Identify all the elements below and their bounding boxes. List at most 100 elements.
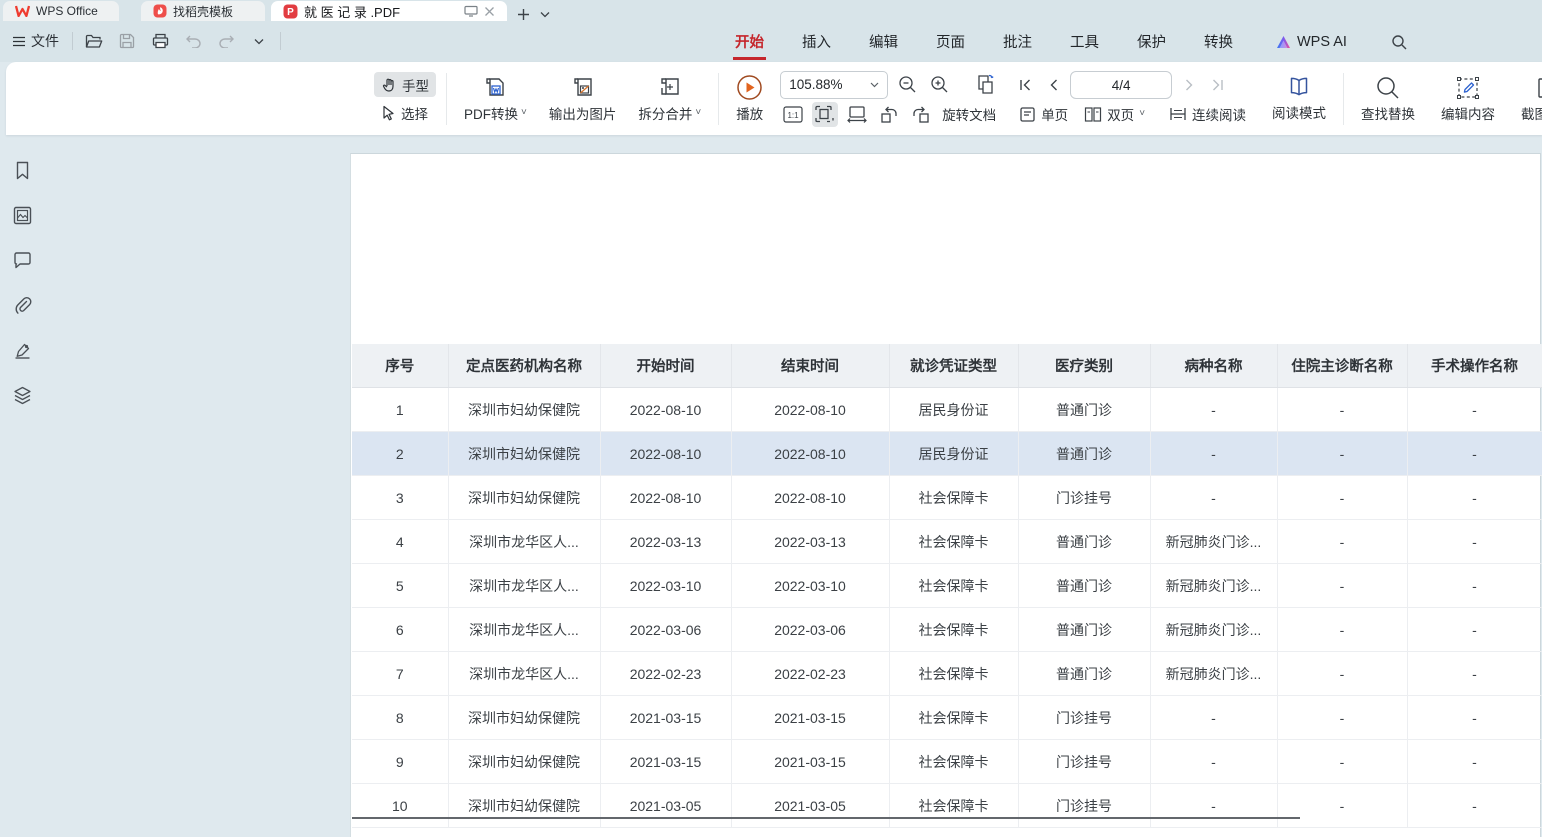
first-page-icon[interactable] — [1014, 72, 1036, 98]
pdf-convert-button[interactable]: PDF转换˅ — [457, 73, 534, 125]
redo-icon[interactable] — [214, 29, 238, 53]
attachment-icon[interactable] — [9, 292, 35, 318]
screenshot-compare-icon — [1535, 75, 1542, 101]
zoom-in-icon[interactable] — [926, 72, 952, 97]
table-row: 7深圳市龙华区人...2022-02-232022-02-23社会保障卡普通门诊… — [352, 652, 1542, 696]
fit-page-icon[interactable] — [812, 102, 838, 127]
fit-width-icon[interactable] — [844, 102, 870, 127]
continuous-read-button[interactable]: 连续阅读 — [1164, 102, 1251, 126]
tab-document[interactable]: P 就 医 记 录 .PDF — [271, 1, 507, 21]
hand-tool-button[interactable]: 手型 — [374, 72, 436, 97]
open-folder-icon[interactable] — [82, 29, 106, 53]
split-merge-button[interactable]: 拆分合并˅ — [631, 73, 708, 125]
table-row: 4深圳市龙华区人...2022-03-132022-03-13社会保障卡普通门诊… — [352, 520, 1542, 564]
menu-page[interactable]: 页面 — [934, 27, 967, 56]
wps-ai-button[interactable]: WPS AI — [1275, 34, 1347, 50]
bookmark-icon[interactable] — [9, 157, 35, 183]
table-cell: 普通门诊 — [1018, 520, 1150, 564]
wps-ai-icon — [1275, 35, 1292, 49]
chevron-down-icon: ˅ — [695, 108, 701, 118]
table-cell: 6 — [352, 608, 448, 652]
table-cell: - — [1407, 740, 1542, 784]
svg-text:P: P — [287, 7, 294, 18]
single-page-icon — [1019, 106, 1036, 123]
table-cell: 2022-08-10 — [600, 476, 731, 520]
comment-icon[interactable] — [9, 247, 35, 273]
rotate-doc-label[interactable]: 旋转文档 — [942, 104, 996, 124]
find-replace-button[interactable]: 查找替换 — [1354, 73, 1422, 125]
table-row: 9深圳市妇幼保健院2021-03-152021-03-15社会保障卡门诊挂号--… — [352, 740, 1542, 784]
next-page-icon[interactable] — [1178, 72, 1200, 98]
tab-list-chevron-icon[interactable] — [540, 11, 550, 18]
table-cell: 2021-03-05 — [600, 784, 731, 828]
file-menu-button[interactable]: 文件 — [8, 29, 63, 53]
zoom-out-icon[interactable] — [894, 72, 920, 97]
monitor-icon[interactable] — [464, 5, 478, 17]
medical-records-table: 序号定点医药机构名称开始时间结束时间就诊凭证类型医疗类别病种名称住院主诊断名称手… — [352, 344, 1542, 828]
last-page-icon[interactable] — [1206, 72, 1228, 98]
chevron-down-icon: ˅ — [521, 108, 527, 118]
new-tab-icon[interactable] — [517, 8, 530, 21]
left-sidebar — [0, 135, 44, 837]
print-icon[interactable] — [148, 29, 172, 53]
actual-size-icon[interactable]: 1:1 — [780, 102, 806, 127]
prev-page-icon[interactable] — [1042, 72, 1064, 98]
table-header-cell: 就诊凭证类型 — [889, 344, 1018, 388]
single-page-button[interactable]: 单页 — [1014, 102, 1073, 126]
rotate-left-icon[interactable] — [876, 102, 902, 127]
menu-row: 文件 — [0, 21, 1542, 62]
table-cell: 社会保障卡 — [889, 608, 1018, 652]
tab-wps-office[interactable]: WPS Office — [3, 1, 119, 21]
more-commands-chevron-icon[interactable] — [247, 29, 271, 53]
table-cell: - — [1150, 784, 1277, 828]
double-page-button[interactable]: 双页 ˅ — [1079, 102, 1150, 126]
zoom-level-select[interactable]: 105.88% — [780, 71, 888, 99]
table-cell: 2022-03-13 — [731, 520, 889, 564]
table-cell: - — [1277, 564, 1407, 608]
edit-content-button[interactable]: 编辑内容 — [1434, 73, 1502, 125]
menu-convert[interactable]: 转换 — [1202, 27, 1235, 56]
table-cell: 社会保障卡 — [889, 740, 1018, 784]
undo-icon[interactable] — [181, 29, 205, 53]
rotate-right-icon[interactable] — [908, 102, 934, 127]
double-page-icon — [1084, 106, 1102, 123]
table-cell: 深圳市妇幼保健院 — [448, 740, 600, 784]
layers-icon[interactable] — [9, 382, 35, 408]
page-number-input[interactable]: 4/4 — [1070, 71, 1172, 99]
table-cell: 2022-08-10 — [731, 388, 889, 432]
menu-protect[interactable]: 保护 — [1135, 27, 1168, 56]
menu-comment[interactable]: 批注 — [1001, 27, 1034, 56]
table-row: 5深圳市龙华区人...2022-03-102022-03-10社会保障卡普通门诊… — [352, 564, 1542, 608]
pdf-file-icon: P — [283, 4, 298, 19]
thumbnail-icon[interactable] — [9, 202, 35, 228]
search-icon[interactable] — [1387, 30, 1411, 54]
table-cell: 新冠肺炎门诊... — [1150, 564, 1277, 608]
menu-insert[interactable]: 插入 — [800, 27, 833, 56]
table-cell: 新冠肺炎门诊... — [1150, 520, 1277, 564]
export-image-button[interactable]: 输出为图片 — [542, 73, 624, 125]
menu-home[interactable]: 开始 — [733, 27, 766, 56]
chevron-down-icon: ˅ — [1139, 109, 1145, 119]
signature-icon[interactable] — [9, 337, 35, 363]
table-header-cell: 医疗类别 — [1018, 344, 1150, 388]
screenshot-compare-button[interactable]: 截图对比 — [1514, 73, 1542, 125]
table-row: 2深圳市妇幼保健院2022-08-102022-08-10居民身份证普通门诊--… — [352, 432, 1542, 476]
select-tool-label: 选择 — [401, 103, 428, 123]
docer-icon — [153, 4, 167, 18]
select-tool-button[interactable]: 选择 — [374, 100, 436, 125]
menu-edit[interactable]: 编辑 — [867, 27, 900, 56]
table-bottom-border — [352, 817, 1300, 819]
read-mode-button[interactable]: 阅读模式 — [1265, 73, 1333, 124]
table-cell: 新冠肺炎门诊... — [1150, 608, 1277, 652]
insert-pages-icon[interactable] — [972, 72, 998, 97]
save-icon[interactable] — [115, 29, 139, 53]
play-button[interactable]: 播放 — [729, 72, 770, 125]
close-tab-icon[interactable] — [484, 6, 495, 17]
continuous-read-label: 连续阅读 — [1192, 104, 1246, 124]
ribbon-toolbar: 手型 选择 PDF转换˅ 输出为图片 拆分合并˅ — [6, 62, 1542, 135]
table-cell: 2022-08-10 — [731, 432, 889, 476]
menu-tools[interactable]: 工具 — [1068, 27, 1101, 56]
pdf-page[interactable]: 序号定点医药机构名称开始时间结束时间就诊凭证类型医疗类别病种名称住院主诊断名称手… — [350, 153, 1541, 837]
tab-docer-templates[interactable]: 找稻壳模板 — [141, 1, 265, 21]
file-menu-label: 文件 — [31, 31, 59, 51]
